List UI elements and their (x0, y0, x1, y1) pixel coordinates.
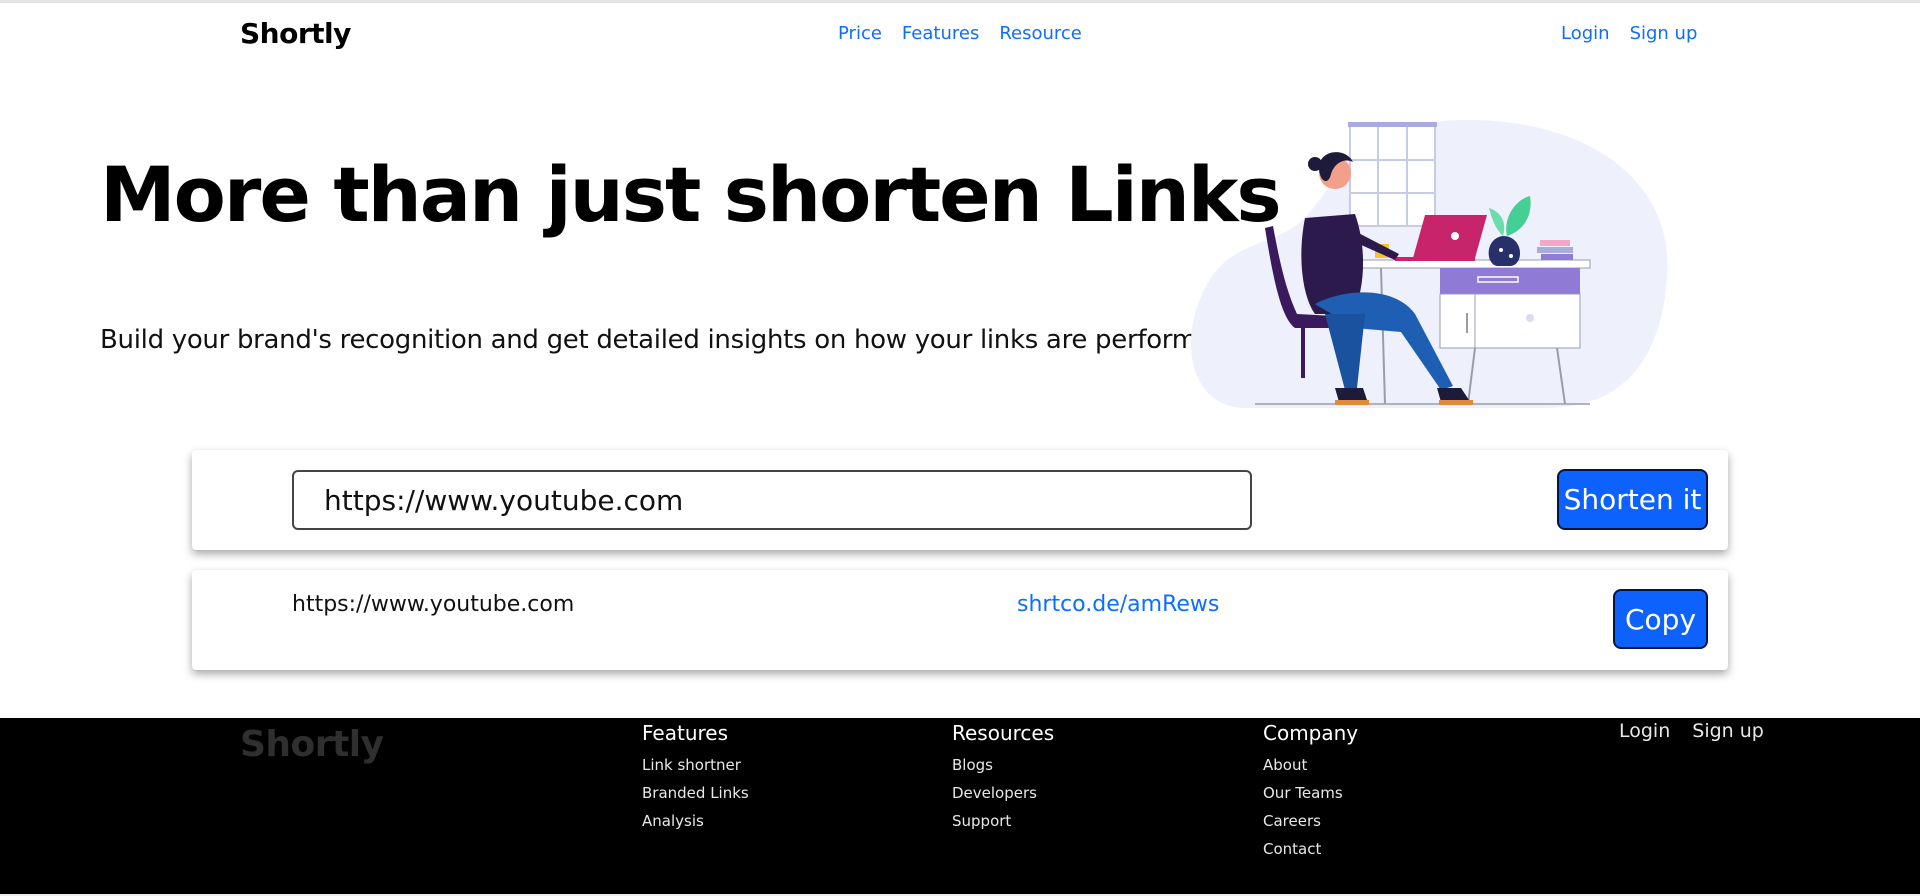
footer-link-analysis[interactable]: Analysis (642, 811, 749, 839)
brand-logo[interactable]: Shortly (240, 17, 351, 50)
footer-link-developers[interactable]: Developers (952, 783, 1054, 811)
hero-subtitle: Build your brand's recognition and get d… (100, 325, 1237, 355)
footer-link-support[interactable]: Support (952, 811, 1054, 839)
nav-link-price[interactable]: Price (838, 23, 882, 44)
footer-link-contact[interactable]: Contact (1263, 839, 1358, 867)
result-card: https://www.youtube.com shrtco.de/amRews… (192, 570, 1728, 670)
footer-link-branded-links[interactable]: Branded Links (642, 783, 749, 811)
footer-signup-link[interactable]: Sign up (1692, 720, 1764, 742)
footer: Shortly Features Link shortner Branded L… (0, 718, 1920, 896)
original-url: https://www.youtube.com (292, 592, 575, 617)
nav-links: Price Features Resource (838, 23, 1082, 44)
copy-button[interactable]: Copy (1613, 589, 1708, 649)
signup-link[interactable]: Sign up (1630, 23, 1698, 44)
nav-link-resource[interactable]: Resource (999, 23, 1082, 44)
footer-heading-features: Features (642, 721, 728, 745)
shorten-button[interactable]: Shorten it (1557, 469, 1708, 530)
footer-column-company: Company About Our Teams Careers Contact (1263, 721, 1358, 867)
footer-column-resources: Resources Blogs Developers Support (952, 721, 1054, 839)
footer-link-about[interactable]: About (1263, 755, 1358, 783)
footer-link-blogs[interactable]: Blogs (952, 755, 1054, 783)
footer-link-careers[interactable]: Careers (1263, 811, 1358, 839)
hero-title: More than just shorten Links (100, 150, 1282, 239)
shortener-card: Shorten it (192, 450, 1728, 550)
footer-heading-resources: Resources (952, 721, 1055, 745)
footer-link-our-teams[interactable]: Our Teams (1263, 783, 1358, 811)
navbar: Shortly Price Features Resource Login Si… (0, 3, 1920, 63)
footer-link-link-shortner[interactable]: Link shortner (642, 755, 749, 783)
login-link[interactable]: Login (1561, 23, 1610, 44)
nav-auth-links: Login Sign up (1561, 23, 1697, 44)
footer-brand-logo[interactable]: Shortly (240, 724, 384, 765)
url-input[interactable] (292, 470, 1252, 530)
short-url-link[interactable]: shrtco.de/amRews (1017, 592, 1219, 617)
footer-column-features: Features Link shortner Branded Links Ana… (642, 721, 749, 839)
footer-login-link[interactable]: Login (1619, 720, 1670, 742)
footer-heading-company: Company (1263, 721, 1359, 745)
nav-link-features[interactable]: Features (902, 23, 979, 44)
footer-auth-links: Login Sign up (1619, 720, 1764, 742)
woman-working-at-desk-illustration (1191, 119, 1668, 408)
